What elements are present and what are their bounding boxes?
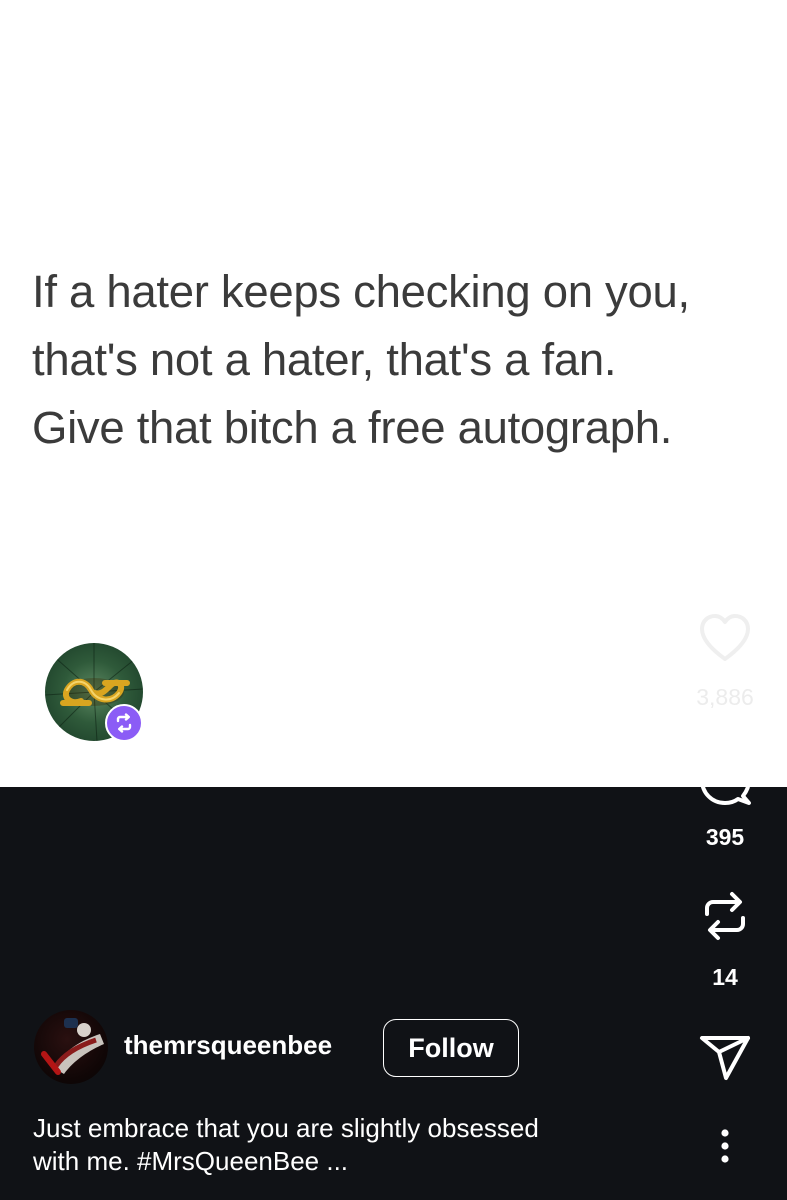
repost-count: 14 [712, 964, 738, 990]
paper-plane-icon[interactable] [698, 1030, 752, 1084]
follow-button[interactable]: Follow [383, 1019, 519, 1077]
author-avatar-image [41, 1018, 104, 1075]
author-avatar[interactable] [34, 1010, 108, 1084]
author-username[interactable]: themrsqueenbee [124, 1030, 332, 1061]
repost-badge-icon [105, 704, 143, 742]
repost-icon[interactable] [697, 886, 753, 946]
more-vertical-icon[interactable] [708, 1126, 742, 1166]
share-action[interactable] [696, 1030, 754, 1084]
like-action[interactable]: 3,886 [690, 612, 760, 711]
more-action[interactable] [708, 1126, 742, 1166]
heart-icon[interactable] [697, 612, 753, 664]
comment-bubble-icon[interactable] [697, 752, 753, 808]
post-image-text-line: If a hater keeps checking on you, [32, 266, 690, 317]
post-caption[interactable]: Just embrace that you are slightly obses… [33, 1112, 673, 1178]
author-row: themrsqueenbee Follow [34, 1010, 554, 1084]
caption-line: with me. #MrsQueenBee ... [33, 1146, 349, 1176]
post-image-text-line: that's not a hater, that's a fan. [32, 334, 617, 385]
post-image-text: If a hater keeps checking on you, that's… [32, 258, 772, 462]
post-image-text-line: Give that bitch a free autograph. [32, 402, 673, 453]
comment-count: 395 [705, 824, 745, 850]
repost-action[interactable]: 14 [690, 886, 760, 991]
reposter-avatar[interactable] [45, 643, 143, 742]
comment-action[interactable]: 395 [690, 752, 760, 851]
caption-line: Just embrace that you are slightly obses… [33, 1113, 539, 1143]
like-count: 3,886 [696, 684, 754, 710]
